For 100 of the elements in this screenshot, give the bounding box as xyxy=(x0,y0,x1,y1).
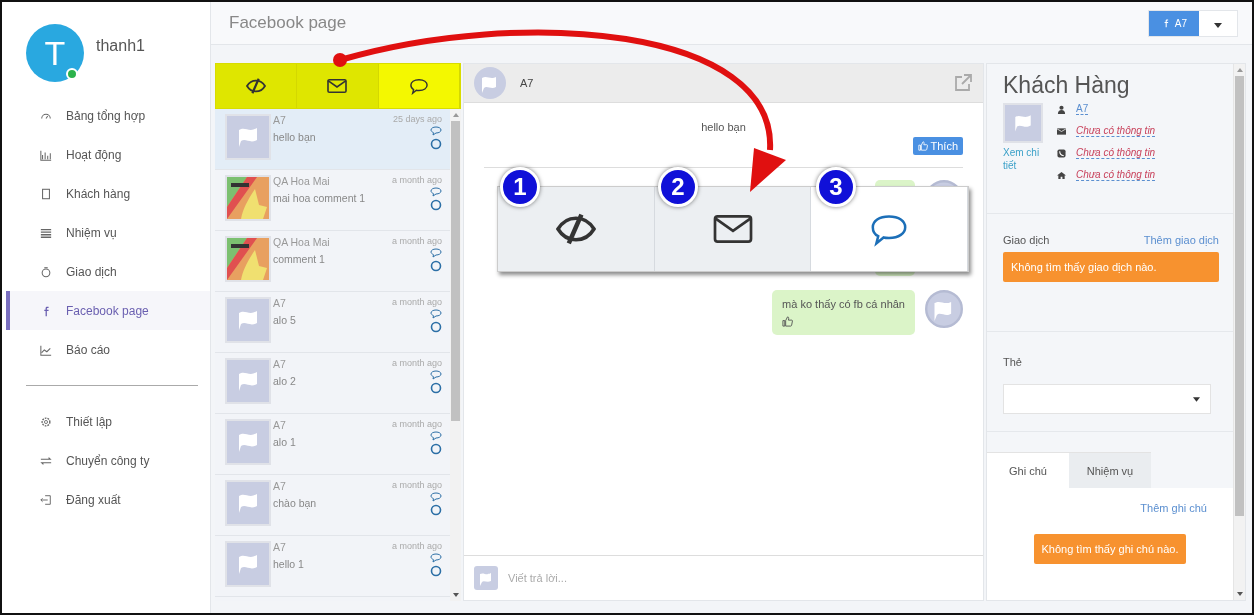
time-label: a month ago xyxy=(391,358,442,368)
contact-name: A7 xyxy=(273,541,287,553)
contact-name: A7 xyxy=(273,114,287,126)
view-details-link[interactable]: Xem chi tiết xyxy=(1003,146,1043,172)
nav-item[interactable]: Báo cáo xyxy=(6,330,210,369)
conversation-item[interactable]: A7 hello 1 a month ago xyxy=(215,536,450,597)
section-label: Giao dịch xyxy=(1003,234,1050,246)
filter-tab[interactable] xyxy=(216,64,298,108)
nav-item[interactable]: Giao dịch xyxy=(6,252,210,291)
flag-avatar-icon xyxy=(474,566,498,590)
tab[interactable]: Ghi chú xyxy=(987,452,1069,488)
external-link-icon[interactable] xyxy=(953,73,973,93)
scrollbar[interactable] xyxy=(1233,64,1245,600)
contact-name: QA Hoa Mai xyxy=(273,236,331,248)
circle-icon xyxy=(430,260,442,272)
settings-icon xyxy=(40,415,52,428)
user-name: thanh1 xyxy=(96,37,145,55)
thumbs-up-icon[interactable] xyxy=(782,316,794,327)
flag-avatar-icon xyxy=(474,67,506,99)
page-title: Facebook page xyxy=(229,13,347,33)
add-note-link[interactable]: Thêm ghi chú xyxy=(1140,502,1207,514)
nav-item[interactable]: Facebook page xyxy=(6,291,210,330)
speech-bubble-icon xyxy=(407,77,430,95)
conversation-item[interactable]: QA Hoa Mai mai hoa comment 1 a month ago xyxy=(215,170,450,231)
flag-avatar-icon xyxy=(225,419,271,465)
user-avatar: T xyxy=(26,24,84,82)
speech-bubble-icon xyxy=(430,248,442,258)
message-preview: mai hoa comment 1 xyxy=(273,192,367,204)
circle-icon xyxy=(430,565,442,577)
nav-item[interactable]: Chuyển công ty xyxy=(6,441,210,480)
eye-slash-icon xyxy=(553,211,598,247)
flag-avatar-icon xyxy=(225,297,271,343)
nav-item[interactable]: Hoạt động xyxy=(6,135,210,174)
logout-icon xyxy=(40,493,52,506)
conversation-item[interactable]: A7 alo 1 a month ago xyxy=(215,414,450,475)
speech-bubble-icon xyxy=(430,370,442,380)
flag-avatar-icon xyxy=(925,290,963,328)
time-label: a month ago xyxy=(391,480,442,490)
contact-name: A7 xyxy=(273,419,287,431)
tab[interactable]: Nhiệm vụ xyxy=(1069,452,1151,488)
message-preview: hello bạn xyxy=(273,131,317,143)
circle-icon xyxy=(430,138,442,150)
conversation-item[interactable]: A7 alo 2 a month ago xyxy=(215,353,450,414)
nav-item[interactable]: Đăng xuất xyxy=(6,480,210,519)
customer-name-link[interactable]: A7 xyxy=(1076,103,1089,115)
empty-notice: Không tìm thấy giao dịch nào. xyxy=(1003,252,1219,282)
circle-icon xyxy=(430,504,442,516)
message-preview: alo 2 xyxy=(273,375,297,387)
speech-bubble-icon xyxy=(430,187,442,197)
person-icon xyxy=(1057,104,1066,114)
message-text: hello bạn xyxy=(701,121,746,133)
timer-icon xyxy=(40,265,52,278)
add-deal-link[interactable]: Thêm giao dịch xyxy=(1143,234,1219,246)
panel-title: Khách Hàng xyxy=(1003,72,1131,99)
conversation-item[interactable]: QA Hoa Mai comment 1 a month ago xyxy=(215,231,450,292)
caret-icon xyxy=(1193,396,1200,402)
tag-select[interactable] xyxy=(1003,384,1211,414)
home-icon xyxy=(1057,170,1066,180)
nav-item[interactable]: Khách hàng xyxy=(6,174,210,213)
field-value-link[interactable]: Chưa có thông tin xyxy=(1076,169,1156,181)
contact-name: A7 xyxy=(520,77,534,89)
conversation-item[interactable]: A7 hello bạn 25 days ago xyxy=(215,109,450,170)
caret-icon xyxy=(1214,22,1222,28)
empty-notice: Không tìm thấy ghi chú nào. xyxy=(1033,534,1187,564)
circle-icon xyxy=(430,321,442,333)
message-preview: chào bạn xyxy=(273,497,318,509)
envelope-icon xyxy=(326,77,349,95)
conversation-item[interactable]: A7 alo 5 a month ago xyxy=(215,292,450,353)
section-label: Thẻ xyxy=(1003,356,1022,368)
field-value-link[interactable]: Chưa có thông tin xyxy=(1076,147,1156,159)
phone-icon xyxy=(1057,148,1066,158)
time-label: a month ago xyxy=(391,297,442,307)
flag-avatar-icon xyxy=(1003,103,1043,143)
scrollbar[interactable] xyxy=(450,109,461,601)
nav-item[interactable]: Nhiệm vụ xyxy=(6,213,210,252)
speech-bubble-icon xyxy=(430,431,442,441)
message-preview: hello 1 xyxy=(273,558,305,570)
flag-avatar-icon xyxy=(225,541,271,587)
flag-avatar-icon xyxy=(225,114,271,160)
contact-name: A7 xyxy=(273,358,287,370)
field-value-link[interactable]: Chưa có thông tin xyxy=(1076,125,1156,137)
speech-bubble-icon xyxy=(430,553,442,563)
circle-icon xyxy=(430,443,442,455)
speech-bubble-icon xyxy=(430,492,442,502)
speech-bubble-icon xyxy=(430,309,442,319)
time-label: a month ago xyxy=(391,541,442,551)
like-button[interactable]: Thích xyxy=(913,137,963,155)
filter-tab[interactable] xyxy=(297,64,379,108)
nav-item[interactable]: Bảng tổng hợp xyxy=(6,96,210,135)
nav-item[interactable]: Thiết lập xyxy=(6,402,210,441)
flag-avatar-icon xyxy=(225,358,271,404)
page-button[interactable]: A7 xyxy=(1148,10,1199,36)
message-preview: alo 1 xyxy=(273,436,297,448)
conversation-item[interactable]: A7 chào bạn a month ago xyxy=(215,475,450,536)
eye-slash-icon xyxy=(245,77,268,95)
circle-icon xyxy=(430,382,442,394)
bar-chart-icon xyxy=(40,148,52,161)
time-label: 25 days ago xyxy=(392,114,442,124)
contact-name: A7 xyxy=(273,480,287,492)
flag-avatar-icon xyxy=(225,480,271,526)
